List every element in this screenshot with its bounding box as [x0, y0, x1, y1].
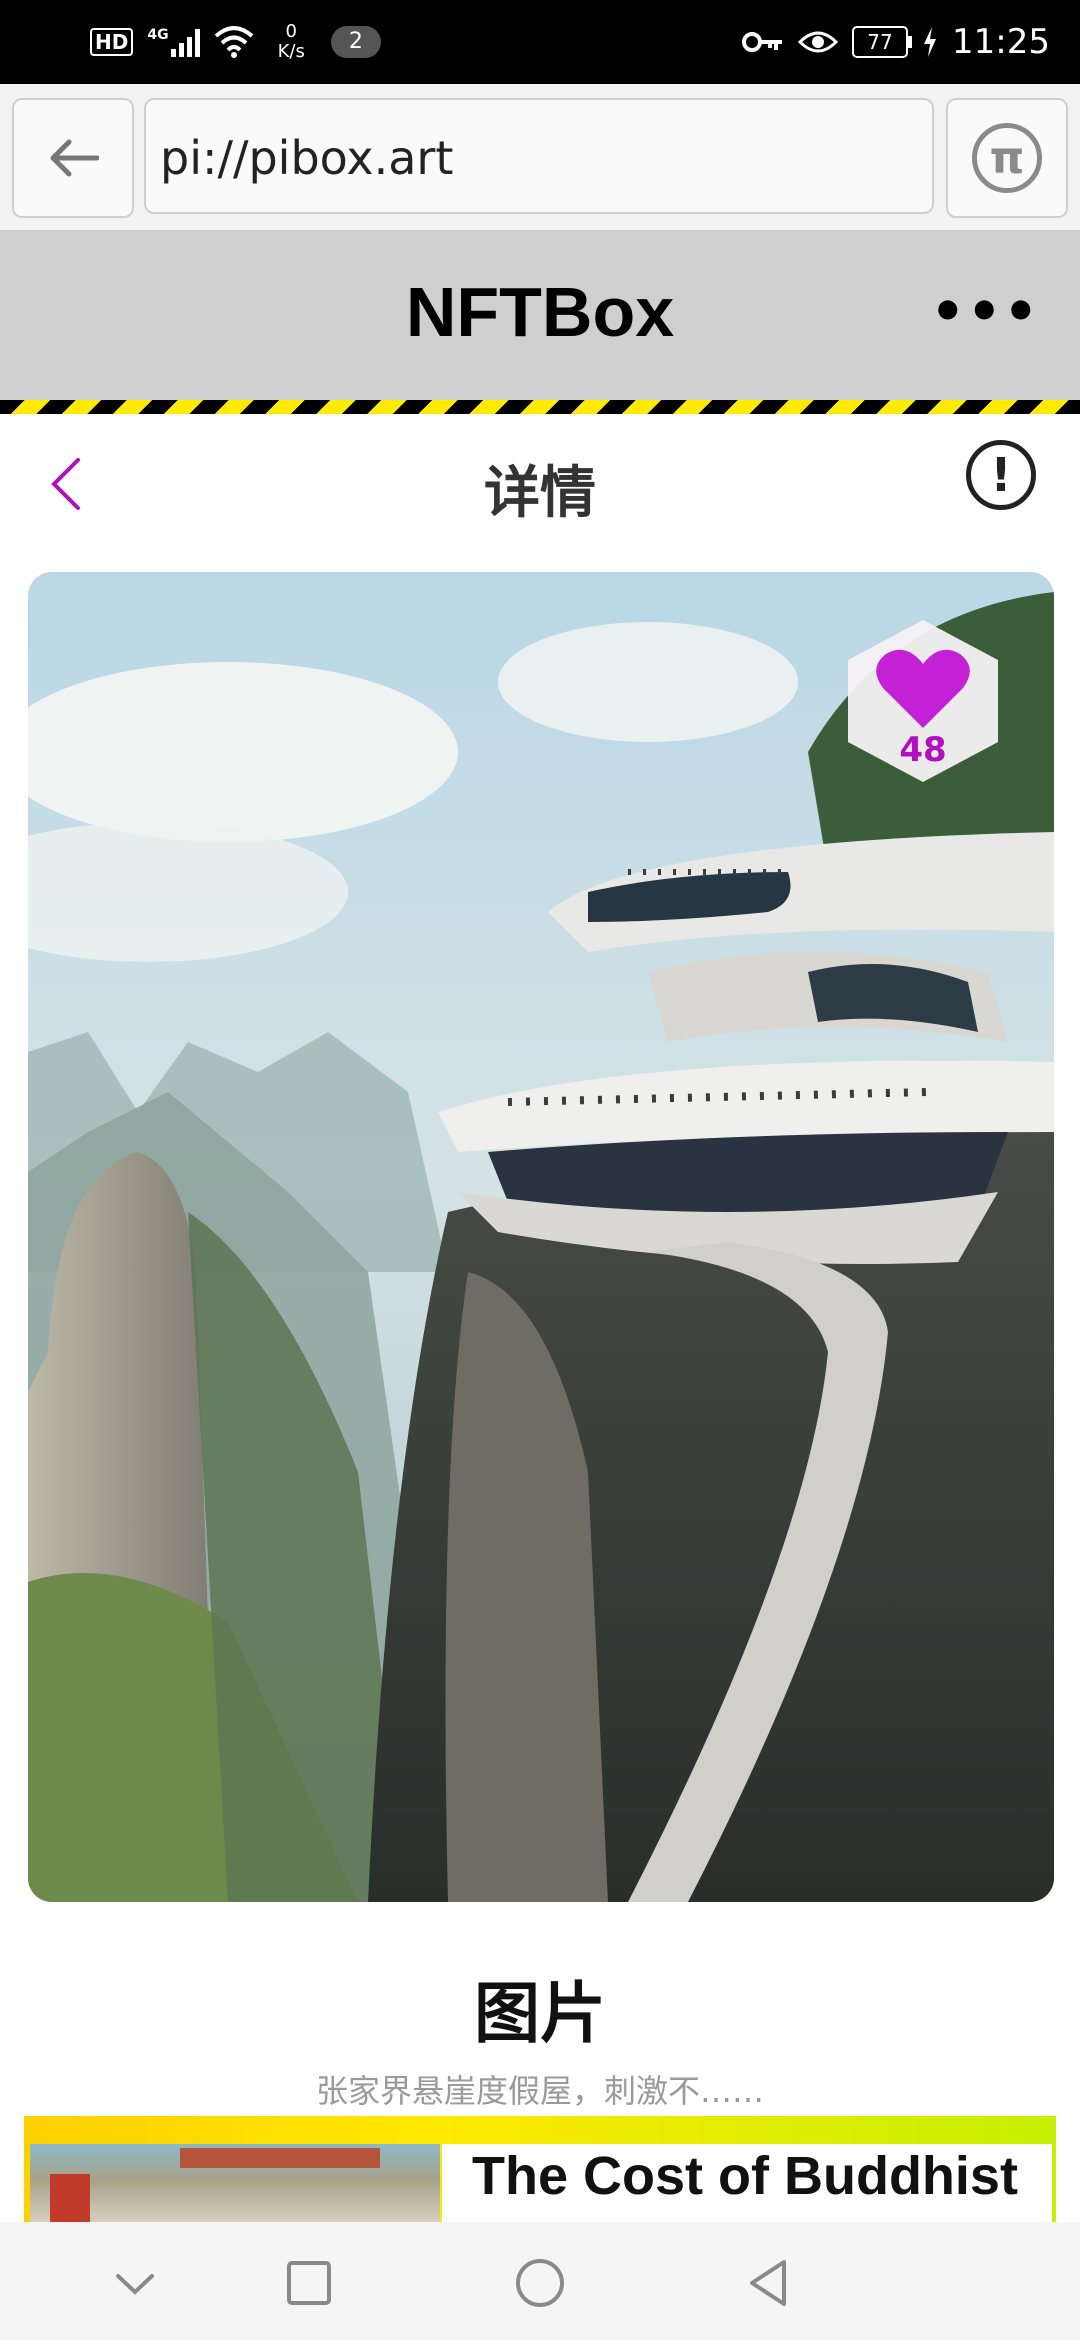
page-nav: 详情 ! — [0, 414, 1080, 554]
page-title: 详情 — [484, 461, 596, 526]
next-artwork-title: The Cost of Buddhist — [442, 2144, 1052, 2222]
notification-count-badge: 2 — [330, 26, 381, 58]
like-button[interactable]: 48 — [838, 616, 1008, 786]
artwork-title: 图片 — [474, 1975, 606, 2052]
status-bar: HD 4G 0 K/s 2 77 11:25 — [0, 0, 1080, 84]
next-artwork-card[interactable]: The Cost of Buddhist — [24, 2116, 1056, 2222]
recent-apps-button[interactable] — [282, 2256, 336, 2310]
back-triangle-button[interactable] — [742, 2256, 796, 2310]
browser-toolbar: pi://pibox.art π — [0, 84, 1080, 232]
artwork-card[interactable]: 48 — [28, 572, 1054, 1902]
wifi-icon — [214, 26, 253, 58]
app-header: NFTBox ••• — [0, 232, 1080, 400]
system-navigation-bar — [0, 2222, 1080, 2340]
report-info-icon[interactable]: ! — [966, 440, 1036, 510]
network-speed: 0 K/s — [277, 21, 305, 62]
signal-icon — [170, 27, 200, 57]
network-indicator: 4G — [147, 27, 200, 57]
url-field[interactable]: pi://pibox.art — [144, 98, 934, 214]
charging-icon — [924, 27, 937, 57]
artwork-description: 张家界悬崖度假屋，刺激不…… — [315, 2072, 764, 2110]
pi-coin-icon: π — [972, 123, 1042, 193]
home-button[interactable] — [513, 2256, 567, 2310]
chevron-down-icon[interactable] — [108, 2256, 162, 2310]
next-artwork-thumbnail — [30, 2144, 440, 2222]
hd-indicator: HD — [90, 28, 134, 56]
pi-wallet-button[interactable]: π — [946, 98, 1068, 218]
key-icon — [742, 32, 783, 52]
like-count: 48 — [899, 730, 947, 770]
more-menu-button[interactable]: ••• — [930, 280, 1040, 343]
browser-back-button[interactable] — [12, 98, 134, 218]
arrow-left-icon — [50, 139, 99, 177]
hazard-stripe-divider — [0, 400, 1080, 414]
app-title: NFTBox — [405, 273, 675, 351]
eye-icon — [798, 31, 839, 53]
clock: 11:25 — [952, 22, 1050, 62]
battery-icon: 77 — [852, 26, 913, 58]
